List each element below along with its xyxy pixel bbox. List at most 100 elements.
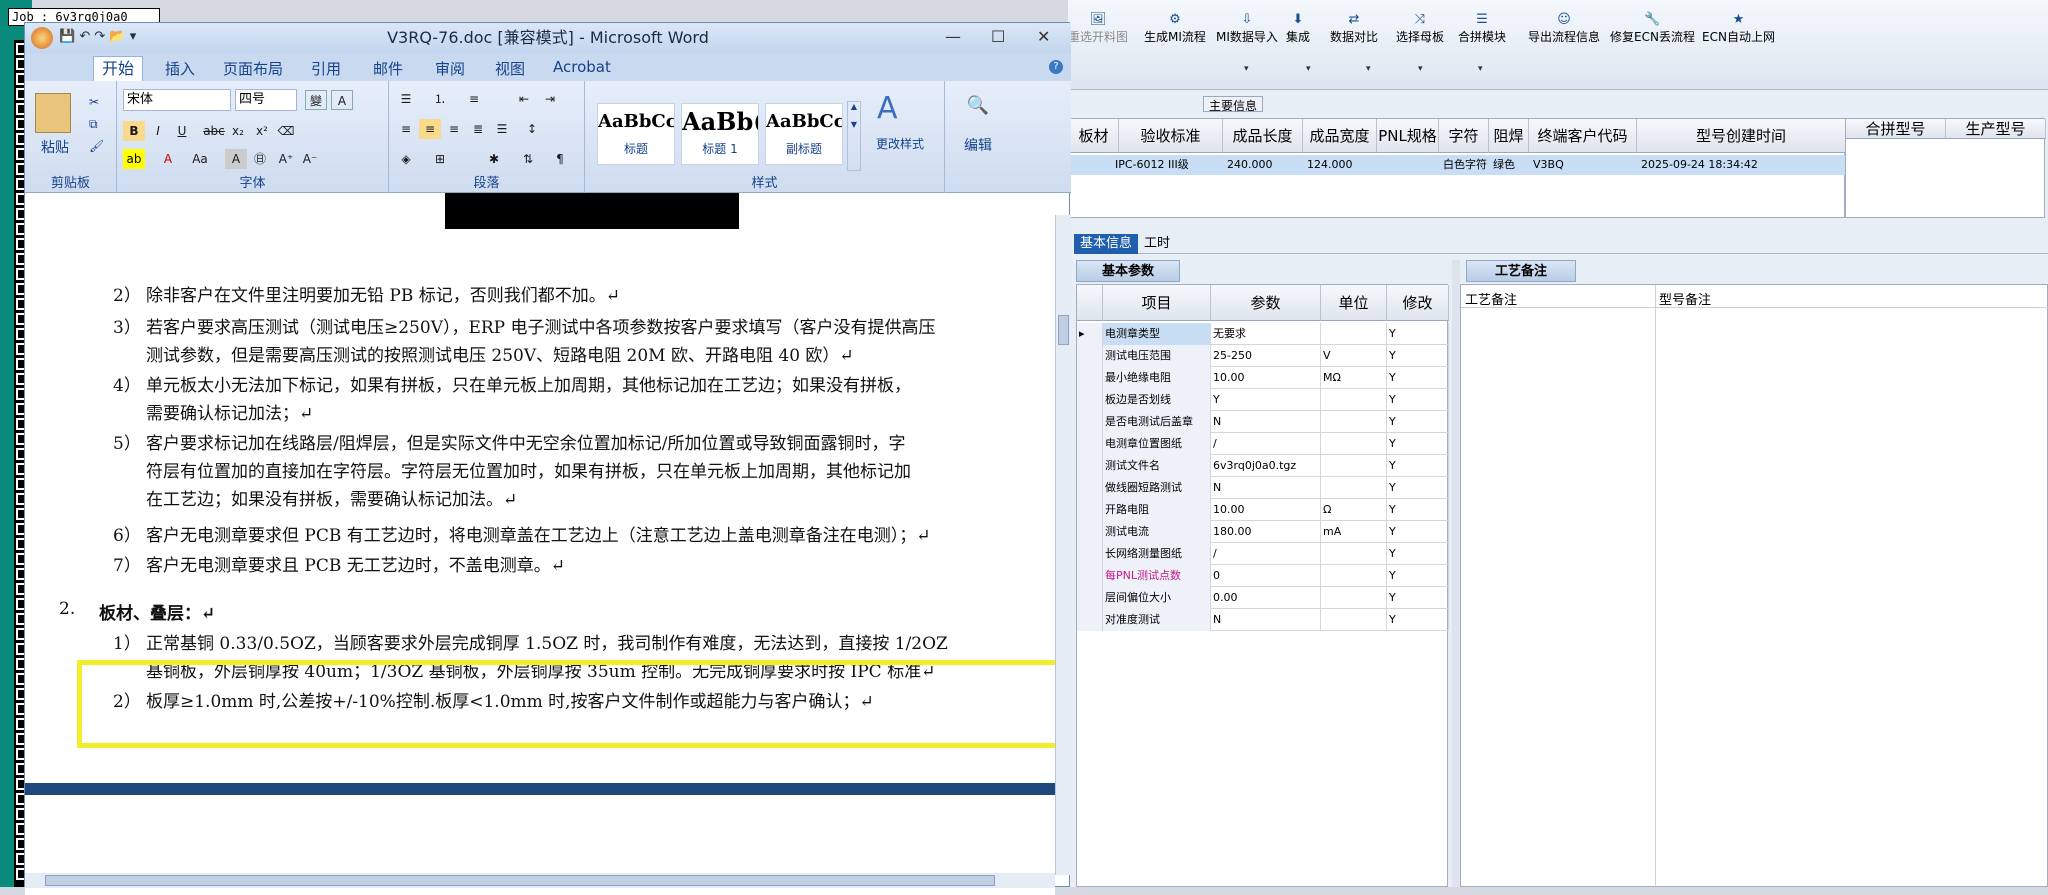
param-cell[interactable] (1321, 565, 1387, 587)
param-cell[interactable]: Y (1387, 323, 1449, 345)
row-selector[interactable] (1077, 609, 1103, 631)
param-row[interactable]: 是否电测试后盖章 N Y (1077, 411, 1449, 433)
tab-review[interactable]: 审阅 (435, 58, 465, 79)
param-cell[interactable]: 25-250 (1211, 345, 1321, 367)
row-selector[interactable] (1077, 587, 1103, 609)
highlight-icon[interactable]: ab (123, 149, 145, 169)
superscript-icon[interactable]: x² (251, 121, 273, 141)
param-row[interactable]: 开路电阻 10.00 Ω Y (1077, 499, 1449, 521)
tab-basic-params[interactable]: 基本参数 (1076, 260, 1180, 282)
param-cell[interactable]: / (1211, 433, 1321, 455)
font-size-combo[interactable]: 四号 (235, 89, 297, 111)
char-border-icon[interactable]: A (331, 90, 353, 110)
tab-view[interactable]: 视图 (495, 58, 525, 79)
underline-icon[interactable]: U (171, 121, 193, 141)
table-cell[interactable]: IPC-6012 III级 (1115, 157, 1229, 173)
column-header[interactable]: 成品宽度 (1303, 119, 1377, 153)
distributed-icon[interactable]: ☰ (491, 119, 513, 139)
toolbar-button-5[interactable]: ⤨ 选择母板 (1396, 12, 1444, 45)
tab-layout[interactable]: 页面布局 (223, 58, 283, 79)
param-cell[interactable]: 每PNL测试点数 (1103, 565, 1211, 587)
asian-layout-icon[interactable]: ✱ (483, 149, 505, 169)
param-cell[interactable] (1321, 609, 1387, 631)
copy-icon[interactable]: ⧉ (89, 117, 98, 132)
row-selector[interactable] (1077, 565, 1103, 587)
row-selector[interactable] (1077, 411, 1103, 433)
subscript-icon[interactable]: x₂ (227, 121, 249, 141)
align-left-icon[interactable]: ≡ (395, 119, 417, 139)
param-cell[interactable]: Y (1387, 521, 1449, 543)
param-row[interactable]: 每PNL测试点数 0 Y (1077, 565, 1449, 587)
param-cell[interactable] (1321, 411, 1387, 433)
change-case-icon[interactable]: Aa (189, 149, 211, 169)
row-selector[interactable] (1077, 433, 1103, 455)
toolbar-button-1[interactable]: ⚙ 生成MI流程 (1144, 12, 1206, 45)
italic-icon[interactable]: I (147, 121, 169, 141)
horizontal-scrollbar[interactable] (25, 873, 1055, 888)
table-cell[interactable]: 240.000 (1227, 157, 1317, 173)
param-row[interactable]: 测试电流 180.00 mA Y (1077, 521, 1449, 543)
hscroll-thumb[interactable] (45, 875, 995, 886)
param-cell[interactable]: 电测章类型 (1103, 323, 1211, 345)
column-header[interactable]: 合拼型号 (1846, 119, 1946, 139)
column-header[interactable]: 阻焊 (1489, 119, 1529, 153)
param-row[interactable]: 电测章位置图纸 / Y (1077, 433, 1449, 455)
table-cell[interactable]: 124.000 (1307, 157, 1391, 173)
tab-home[interactable]: 开始 (93, 56, 143, 81)
bullets-icon[interactable]: ☰ (395, 89, 417, 109)
param-cell[interactable]: Y (1387, 345, 1449, 367)
param-cell[interactable]: 测试电流 (1103, 521, 1211, 543)
toolbar-button-8[interactable]: 🔧 修复ECN丢流程 (1610, 12, 1695, 45)
column-header[interactable]: PNL规格 (1377, 119, 1439, 153)
column-header[interactable]: 生产型号 (1946, 119, 2046, 139)
font-color-icon[interactable]: A (157, 149, 179, 169)
model-table[interactable]: 板材 验收标准 成品长度 成品宽度 PNL规格 字符 阻焊 终端客户代码 型号创建时间 IPC-6… (1068, 118, 1846, 218)
dropdown-arrow-icon[interactable]: ▾ (1366, 64, 1371, 74)
param-cell[interactable]: Y (1211, 389, 1321, 411)
param-column-header[interactable]: 修改 (1387, 285, 1449, 321)
align-right-icon[interactable]: ≡ (443, 119, 465, 139)
param-column-header[interactable]: 参数 (1211, 285, 1321, 321)
row-selector[interactable] (1077, 345, 1103, 367)
param-cell[interactable]: 是否电测试后盖章 (1103, 411, 1211, 433)
param-cell[interactable]: 6v3rq0j0a0.tgz (1211, 455, 1321, 477)
close-icon[interactable]: ✕ (1037, 27, 1050, 46)
row-selector[interactable] (1077, 389, 1103, 411)
param-cell[interactable]: Y (1387, 609, 1449, 631)
param-cell[interactable]: 对准度测试 (1103, 609, 1211, 631)
grow-font-icon[interactable]: A⁺ (275, 149, 297, 169)
styles-scroll[interactable]: ▲ ▼ (847, 101, 861, 171)
param-cell[interactable]: 10.00 (1211, 499, 1321, 521)
param-row[interactable]: 测试文件名 6v3rq0j0a0.tgz Y (1077, 455, 1449, 477)
multilevel-icon[interactable]: ≡ (463, 89, 485, 109)
borders-icon[interactable]: ⊞ (429, 149, 451, 169)
toolbar-button-7[interactable]: ☺ 导出流程信息 (1528, 12, 1600, 45)
toolbar-button-9[interactable]: ★ ECN自动上网 (1702, 12, 1775, 45)
param-cell[interactable]: Ω (1321, 499, 1387, 521)
param-cell[interactable]: 电测章位置图纸 (1103, 433, 1211, 455)
align-center-icon[interactable]: ≡ (419, 119, 441, 139)
merge-table[interactable]: 合拼型号 生产型号 (1845, 118, 2046, 218)
column-header[interactable]: 字符 (1439, 119, 1489, 153)
param-cell[interactable] (1321, 587, 1387, 609)
row-selector[interactable] (1077, 455, 1103, 477)
param-cell[interactable]: 板边是否划线 (1103, 389, 1211, 411)
param-cell[interactable] (1321, 389, 1387, 411)
toolbar-button-4[interactable]: ⇄ 数据对比 (1330, 12, 1378, 45)
param-cell[interactable]: Y (1387, 587, 1449, 609)
param-cell[interactable] (1321, 323, 1387, 345)
param-row[interactable]: 测试电压范围 25-250 V Y (1077, 345, 1449, 367)
dropdown-arrow-icon[interactable]: ▾ (1306, 64, 1311, 74)
param-cell[interactable]: mA (1321, 521, 1387, 543)
edit-button[interactable]: 编辑 (955, 135, 1001, 155)
document-page[interactable]: 2） 除非客户在文件里注明要加无铅 PB 标记，否则我们都不加。↵ 3） 若客户要求高… (25, 193, 1071, 793)
paste-button[interactable]: 粘贴 (33, 137, 77, 157)
param-cell[interactable]: 0 (1211, 565, 1321, 587)
tab-mailings[interactable]: 邮件 (373, 58, 403, 79)
param-cell[interactable]: Y (1387, 543, 1449, 565)
dropdown-arrow-icon[interactable]: ▾ (1418, 64, 1423, 74)
row-selector[interactable] (1077, 499, 1103, 521)
param-cell[interactable]: Y (1387, 433, 1449, 455)
param-cell[interactable]: Y (1387, 389, 1449, 411)
tab-basic-info[interactable]: 基本信息 (1074, 234, 1139, 254)
